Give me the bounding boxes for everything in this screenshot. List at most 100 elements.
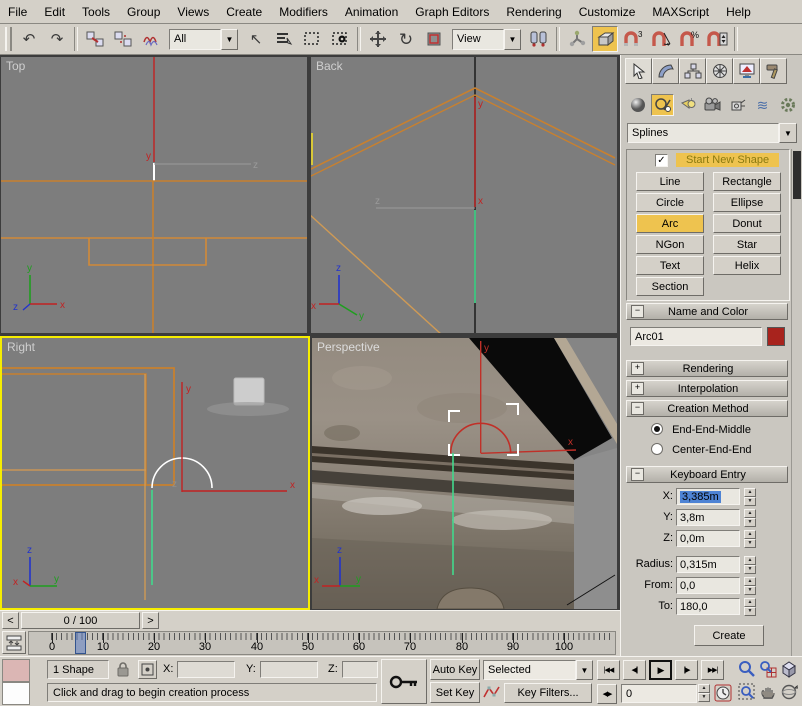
create-button[interactable]: Create bbox=[694, 625, 764, 646]
viewport-right-label[interactable]: Right bbox=[7, 340, 35, 354]
select-and-rotate-button[interactable]: ↻ bbox=[393, 26, 419, 52]
select-object-button[interactable]: ↖ bbox=[243, 26, 269, 52]
arc-rotate-button[interactable] bbox=[780, 683, 800, 703]
menu-maxscript[interactable]: MAXScript bbox=[652, 5, 709, 19]
set-keys-button[interactable] bbox=[381, 659, 427, 704]
time-slider-next-button[interactable]: > bbox=[142, 612, 159, 629]
next-frame-button[interactable]: ||▶ bbox=[675, 660, 698, 680]
y-spinner[interactable]: ▲▼ bbox=[744, 509, 756, 526]
current-frame-marker[interactable] bbox=[75, 632, 86, 654]
tab-create[interactable] bbox=[625, 58, 652, 84]
name-and-color-header[interactable]: − Name and Color bbox=[626, 303, 788, 320]
object-name-field[interactable]: Arc01 bbox=[630, 327, 762, 346]
key-filter-selection-dropdown[interactable]: Selected ▼ bbox=[483, 660, 593, 680]
category-lights[interactable] bbox=[676, 94, 699, 116]
to-spinner[interactable]: ▲▼ bbox=[744, 598, 756, 615]
button-arc-active[interactable]: Arc bbox=[636, 214, 704, 233]
new-key-curve-button[interactable] bbox=[483, 684, 501, 702]
select-and-scale-button[interactable] bbox=[421, 26, 447, 52]
mirror-button[interactable] bbox=[526, 26, 552, 52]
from-value-field[interactable]: 0,0 bbox=[676, 577, 740, 594]
button-line[interactable]: Line bbox=[636, 172, 704, 191]
menu-animation[interactable]: Animation bbox=[345, 5, 398, 19]
previous-frame-button[interactable]: ◀|| bbox=[623, 660, 646, 680]
select-and-move-button[interactable] bbox=[365, 26, 391, 52]
mini-curve-editor-button[interactable] bbox=[2, 631, 26, 654]
panel-scrollbar[interactable] bbox=[791, 149, 802, 656]
z-value-field[interactable]: 0,0m bbox=[676, 530, 740, 547]
play-button[interactable]: ▶ bbox=[649, 660, 672, 680]
menu-graph-editors[interactable]: Graph Editors bbox=[415, 5, 489, 19]
chevron-down-icon[interactable]: ▼ bbox=[779, 123, 797, 143]
menu-customize[interactable]: Customize bbox=[579, 5, 636, 19]
button-donut[interactable]: Donut bbox=[713, 214, 781, 233]
category-geometry[interactable] bbox=[626, 94, 649, 116]
tab-hierarchy[interactable] bbox=[679, 58, 706, 84]
menu-rendering[interactable]: Rendering bbox=[506, 5, 561, 19]
radio-end-end-middle[interactable]: End-End-Middle bbox=[651, 421, 752, 436]
button-section[interactable]: Section bbox=[636, 277, 704, 296]
tab-modify[interactable] bbox=[652, 58, 679, 84]
goto-end-button[interactable]: ▶▶| bbox=[701, 660, 724, 680]
select-and-manipulate-button[interactable] bbox=[564, 26, 590, 52]
button-helix[interactable]: Helix bbox=[713, 256, 781, 275]
z-coord-field[interactable] bbox=[342, 661, 378, 678]
menu-group[interactable]: Group bbox=[127, 5, 160, 19]
category-space-warps[interactable]: ≋ bbox=[751, 94, 774, 116]
auto-key-button[interactable]: Auto Key bbox=[430, 659, 480, 680]
track-bar[interactable]: 0 10 20 30 40 50 60 70 80 90 100 bbox=[0, 630, 620, 656]
zoom-region-button[interactable] bbox=[738, 683, 758, 703]
viewport-right-active[interactable]: Right y x z z x y bbox=[0, 336, 310, 610]
time-slider-prev-button[interactable]: < bbox=[2, 612, 19, 629]
shape-category-dropdown[interactable]: Splines ▼ bbox=[627, 123, 797, 143]
goto-start-button[interactable]: |◀◀ bbox=[597, 660, 620, 680]
zoom-all-button[interactable] bbox=[759, 660, 779, 680]
to-value-field[interactable]: 180,0 bbox=[676, 598, 740, 615]
x-spinner[interactable]: ▲▼ bbox=[744, 488, 756, 505]
z-spinner[interactable]: ▲▼ bbox=[744, 530, 756, 547]
snaps-toggle-button[interactable] bbox=[592, 26, 618, 52]
tab-utilities[interactable] bbox=[760, 58, 787, 84]
radius-value-field[interactable]: 0,315m bbox=[676, 556, 740, 573]
viewport-back-label[interactable]: Back bbox=[316, 59, 343, 73]
radius-spinner[interactable]: ▲▼ bbox=[744, 556, 756, 573]
coordinate-system-arrow[interactable]: ▼ bbox=[504, 29, 521, 50]
time-configuration-button[interactable] bbox=[714, 684, 732, 705]
menu-tools[interactable]: Tools bbox=[82, 5, 110, 19]
viewport-top-label[interactable]: Top bbox=[6, 59, 25, 73]
pan-button[interactable] bbox=[759, 683, 779, 703]
select-and-link-button[interactable] bbox=[82, 26, 108, 52]
start-new-shape-button[interactable]: Start New Shape bbox=[676, 153, 779, 167]
object-color-swatch[interactable] bbox=[767, 327, 785, 346]
viewport-perspective[interactable]: Perspective bbox=[312, 338, 617, 609]
menu-modifiers[interactable]: Modifiers bbox=[279, 5, 328, 19]
category-cameras[interactable] bbox=[701, 94, 724, 116]
maxscript-mini-listener-white[interactable] bbox=[2, 682, 30, 705]
button-star[interactable]: Star bbox=[713, 235, 781, 254]
button-text[interactable]: Text bbox=[636, 256, 704, 275]
keyboard-entry-rollout-header[interactable]: − Keyboard Entry bbox=[626, 466, 788, 483]
from-spinner[interactable]: ▲▼ bbox=[744, 577, 756, 594]
window-crossing-toggle-button[interactable] bbox=[327, 26, 353, 52]
menu-edit[interactable]: Edit bbox=[44, 5, 65, 19]
unlink-selection-button[interactable] bbox=[110, 26, 136, 52]
absolute-mode-toggle[interactable] bbox=[138, 660, 157, 679]
bind-to-space-warp-button[interactable] bbox=[138, 26, 164, 52]
creation-method-rollout-header[interactable]: − Creation Method bbox=[626, 400, 788, 417]
snap-toggle-3d-button[interactable]: 3 bbox=[620, 26, 646, 52]
selection-filter-dropdown[interactable]: All ▼ bbox=[169, 29, 238, 50]
current-frame-field[interactable]: 0 bbox=[621, 684, 697, 703]
viewport-perspective-label[interactable]: Perspective bbox=[317, 340, 380, 354]
interpolation-rollout-header[interactable]: + Interpolation bbox=[626, 380, 788, 397]
button-ellipse[interactable]: Ellipse bbox=[713, 193, 781, 212]
viewport-top[interactable]: Top z y y x z bbox=[1, 57, 307, 333]
selection-filter-arrow[interactable]: ▼ bbox=[221, 29, 238, 50]
category-shapes[interactable] bbox=[651, 94, 674, 116]
menu-file[interactable]: File bbox=[8, 5, 27, 19]
button-rectangle[interactable]: Rectangle bbox=[713, 172, 781, 191]
frame-spinner[interactable]: ▲▼ bbox=[698, 684, 710, 701]
x-coord-field[interactable] bbox=[177, 661, 235, 678]
category-systems[interactable] bbox=[776, 94, 799, 116]
percent-snap-toggle-button[interactable]: % bbox=[676, 26, 702, 52]
set-key-button[interactable]: Set Key bbox=[430, 682, 480, 703]
